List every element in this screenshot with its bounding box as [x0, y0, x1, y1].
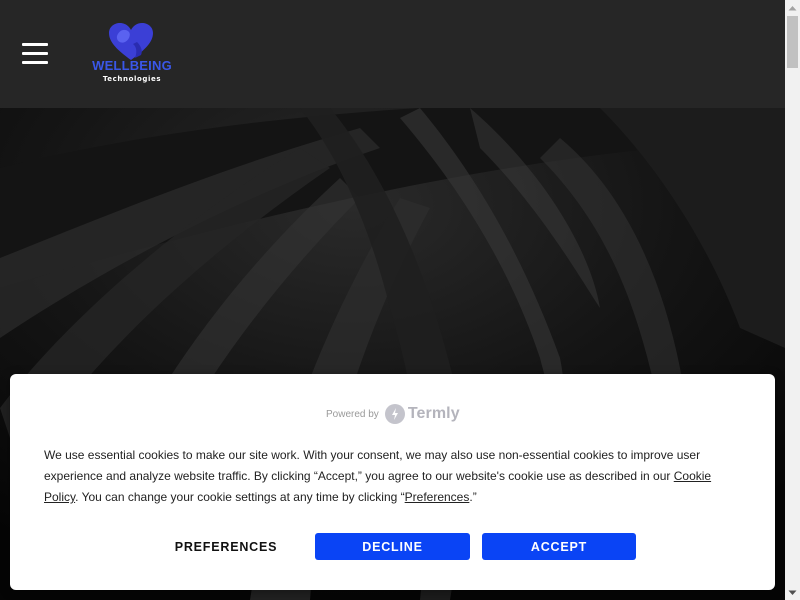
site-logo[interactable]: WELLBEING Technologies [86, 22, 178, 86]
powered-by-label: Powered by [326, 408, 379, 420]
logo-subtitle: Technologies [102, 75, 162, 83]
hamburger-menu-icon[interactable] [22, 43, 48, 65]
scroll-down-arrow-icon[interactable] [785, 585, 800, 600]
cookie-consent-banner: Powered by Termly We use essential cooki… [10, 374, 775, 590]
scroll-up-arrow-icon[interactable] [785, 0, 800, 15]
termly-logo-icon [384, 404, 405, 424]
cookie-text-part2: . You can change your cookie settings at… [75, 490, 405, 504]
powered-by-termly[interactable]: Powered by Termly [326, 403, 460, 425]
termly-brand-name: Termly [407, 405, 460, 422]
cookie-text-part1: We use essential cookies to make our sit… [44, 448, 701, 483]
heart-logo-icon [109, 23, 153, 60]
logo-wordmark: WELLBEING [92, 58, 172, 73]
preferences-link[interactable]: Preferences [405, 490, 470, 504]
scrollbar-thumb[interactable] [787, 16, 798, 68]
vertical-scrollbar[interactable] [785, 0, 800, 600]
site-header: WELLBEING Technologies [0, 0, 785, 108]
accept-button[interactable]: ACCEPT [482, 533, 636, 560]
preferences-button[interactable]: PREFERENCES [150, 533, 302, 560]
cookie-description: We use essential cookies to make our sit… [44, 445, 744, 508]
cookie-text-part3: .” [469, 490, 477, 504]
decline-button[interactable]: DECLINE [315, 533, 470, 560]
